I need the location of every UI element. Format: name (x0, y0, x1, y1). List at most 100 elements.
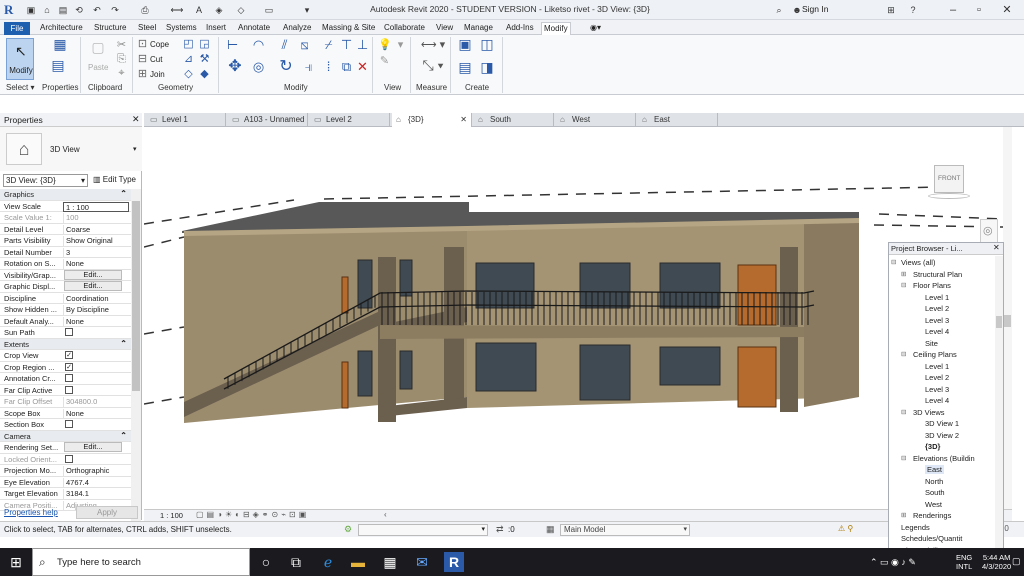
tree-toggle-icon[interactable]: ⊟ (901, 350, 906, 358)
tag-icon[interactable]: A (192, 4, 206, 16)
collapse-icon[interactable]: ⌃ (120, 189, 127, 198)
tab-annotate[interactable]: Annotate (236, 22, 272, 35)
create-parts-icon[interactable]: ◫ (478, 37, 496, 56)
close-button[interactable]: ✕ (994, 2, 1020, 18)
collapse-icon[interactable]: ⌃ (120, 431, 127, 440)
browser-item[interactable]: Legends (901, 523, 930, 532)
align-icon[interactable]: ⊢ (226, 38, 239, 51)
browser-item[interactable]: Level 2 (925, 373, 949, 382)
selection-icons[interactable]: ⚠ ⚲ (838, 524, 853, 533)
split-icon[interactable]: ⌿ (322, 38, 335, 51)
hide-dropdown-icon[interactable]: ▾ (394, 39, 407, 51)
steering-wheel-icon[interactable]: ◎ (983, 224, 993, 237)
join-label[interactable]: Join (150, 70, 165, 79)
dimension-icon[interactable]: ⤡ ▾ (418, 58, 448, 72)
workset-select[interactable]: ▾ (358, 524, 488, 536)
binoculars-icon[interactable]: ⌕ (772, 4, 786, 16)
cart-icon[interactable]: ⊞ (884, 4, 898, 16)
collapse-icon[interactable]: ⌃ (120, 339, 127, 348)
select-panel-label[interactable]: Select ▾ (6, 83, 34, 92)
demolish-icon[interactable]: ⚒ (198, 53, 211, 65)
browser-item[interactable]: Floor Plans (913, 281, 951, 290)
minimize-button[interactable]: – (940, 2, 966, 18)
offset-icon[interactable]: ◠ (252, 38, 265, 51)
section-icon[interactable]: ◇ (234, 4, 248, 16)
properties-icon[interactable]: ▦ (52, 37, 68, 54)
measure-distance-icon[interactable]: ⟷ ▾ (418, 39, 448, 51)
trim-icon[interactable]: ⫣ (302, 60, 315, 73)
scroll-thumb[interactable] (996, 316, 1002, 328)
property-value[interactable]: None (63, 259, 129, 269)
browser-item[interactable]: Level 1 (925, 293, 949, 302)
create-assembly-icon[interactable]: ▣ (456, 37, 474, 56)
properties-scrollbar[interactable] (131, 189, 141, 529)
store-icon[interactable]: ▦ (380, 552, 400, 572)
paint-icon[interactable]: ◲ (198, 38, 211, 50)
split-face-icon[interactable]: ◰ (182, 38, 195, 50)
tab-modify[interactable]: Modify (541, 22, 571, 35)
cortana-icon[interactable]: ○ (256, 552, 276, 572)
browser-item[interactable]: 3D View 2 (925, 431, 959, 440)
mirror-draw-icon[interactable]: ⧅ (298, 38, 311, 51)
view-tab[interactable]: ▭ Level 2 (310, 113, 390, 127)
clock[interactable]: 5:44 AM 4/3/2020 (982, 553, 1011, 571)
language-indicator[interactable]: ENG INTL (956, 553, 972, 571)
properties-section[interactable]: Extents ⌃ (0, 338, 131, 350)
property-value[interactable]: None (63, 316, 129, 327)
browser-item[interactable]: Elevations (Buildin (913, 454, 975, 463)
browser-item[interactable]: East (925, 465, 945, 474)
browser-item[interactable]: 3D View 1 (925, 419, 959, 428)
property-value[interactable]: By Discipline (63, 305, 129, 315)
browser-item[interactable]: Site (925, 339, 938, 348)
tab-file[interactable]: File (4, 22, 30, 35)
join-icon[interactable]: ⊞ (136, 68, 149, 80)
start-button[interactable]: ⊞ (0, 548, 32, 576)
tab-add-ins[interactable]: Add-Ins (504, 22, 536, 35)
help-icon[interactable]: ? (906, 4, 920, 16)
browser-item[interactable]: West (925, 500, 942, 509)
properties-section[interactable]: Camera ⌃ (0, 430, 131, 442)
pin-icon[interactable]: ⊤ (340, 38, 353, 51)
design-options-icon[interactable]: ▦ (546, 524, 555, 535)
revit-logo[interactable]: R (4, 2, 19, 18)
properties-section[interactable]: Graphics ⌃ (0, 189, 131, 201)
view-tab[interactable]: ⌂ West (556, 113, 636, 127)
tab-structure[interactable]: Structure (92, 22, 128, 35)
view-tab[interactable]: ▭ Level 1 (146, 113, 226, 127)
view-tab[interactable]: ⌂ East (638, 113, 718, 127)
browser-item[interactable]: Renderings (913, 511, 951, 520)
tab-architecture[interactable]: Architecture (38, 22, 85, 35)
switch-windows-icon[interactable]: ▭ (262, 4, 276, 16)
paste-icon[interactable]: ▢ (90, 40, 106, 59)
viewcube[interactable]: FRONT (934, 165, 964, 193)
edit-button[interactable]: Edit... (64, 269, 122, 280)
copy-icon[interactable]: ◎ (252, 60, 265, 73)
browser-item[interactable]: South (925, 488, 945, 497)
apply-button[interactable]: Apply (76, 506, 138, 519)
tree-toggle-icon[interactable]: ⊟ (901, 454, 906, 462)
project-browser-close-icon[interactable]: ✕ (993, 243, 1000, 252)
cut-clipboard-icon[interactable]: ✂ (115, 39, 128, 51)
view-control-icons[interactable]: ▢▤◑☀◐⊟◈⚭⊙⌁⊡▣ (196, 510, 309, 519)
browser-item[interactable]: 3D Views (913, 408, 945, 417)
tab-collaborate[interactable]: Collaborate (382, 22, 427, 35)
browser-item[interactable]: Ceiling Plans (913, 350, 957, 359)
tab-insert[interactable]: Insert (204, 22, 228, 35)
delete-icon[interactable]: ✕ (356, 60, 369, 73)
property-checkbox[interactable] (65, 374, 73, 382)
ribbon-options-icon[interactable]: ◉▾ (588, 22, 603, 35)
undo-icon[interactable]: ↶ (90, 4, 104, 16)
viewport-scrollbar[interactable] (1003, 127, 1012, 510)
browser-item[interactable]: Level 2 (925, 304, 949, 313)
create-similar-icon[interactable]: ◨ (478, 60, 496, 79)
scroll-thumb[interactable] (132, 201, 140, 391)
property-value[interactable]: Orthographic (63, 466, 129, 476)
property-checkbox[interactable]: ✓ (65, 362, 73, 371)
sign-in-link[interactable]: Sign In (802, 4, 828, 14)
file-explorer-icon[interactable]: ▬ (348, 552, 368, 572)
unjoin-icon[interactable]: ◇ (182, 68, 195, 80)
browser-item[interactable]: {3D} (925, 442, 940, 451)
browser-item[interactable]: Level 4 (925, 396, 949, 405)
array-icon[interactable]: ⁞ (322, 60, 335, 73)
revit-taskbar-icon[interactable]: R (444, 552, 464, 572)
